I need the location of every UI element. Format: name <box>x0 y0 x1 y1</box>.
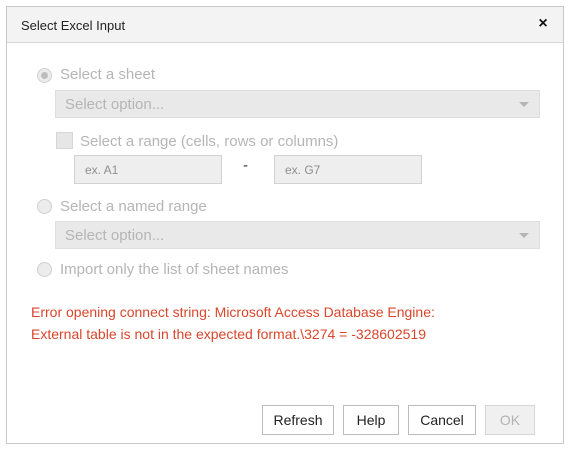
sheet-select-dropdown[interactable]: Select option... <box>55 90 540 118</box>
radio-select-sheet-label: Select a sheet <box>60 66 156 83</box>
range-checkbox[interactable] <box>56 132 73 149</box>
dialog-titlebar: Select Excel Input × <box>7 7 563 43</box>
close-icon[interactable]: × <box>534 15 552 33</box>
error-line-1: Error opening connect string: Microsoft … <box>31 304 435 320</box>
error-message: Error opening connect string: Microsoft … <box>31 301 551 345</box>
help-button[interactable]: Help <box>343 405 399 435</box>
radio-named-range[interactable] <box>37 199 52 214</box>
range-to-input[interactable]: ex. G7 <box>274 155 422 184</box>
named-range-select-value: Select option... <box>65 227 165 244</box>
radio-sheet-names[interactable] <box>37 262 52 277</box>
refresh-button[interactable]: Refresh <box>262 405 334 435</box>
ok-button[interactable]: OK <box>485 405 535 435</box>
range-to-placeholder: ex. G7 <box>285 163 321 177</box>
cancel-button[interactable]: Cancel <box>408 405 476 435</box>
select-excel-input-dialog: Select Excel Input × Select a sheet Sele… <box>6 6 564 444</box>
chevron-down-icon <box>519 102 529 107</box>
error-line-2: External table is not in the expected fo… <box>31 326 426 342</box>
dialog-title: Select Excel Input <box>21 18 126 33</box>
sheet-select-value: Select option... <box>65 96 165 113</box>
range-from-input[interactable]: ex. A1 <box>74 155 222 184</box>
radio-sheet-names-label: Import only the list of sheet names <box>60 261 289 278</box>
range-checkbox-label: Select a range (cells, rows or columns) <box>80 133 339 150</box>
radio-named-range-label: Select a named range <box>60 198 207 215</box>
range-separator: - <box>243 157 248 174</box>
chevron-down-icon <box>519 233 529 238</box>
radio-select-sheet[interactable] <box>37 68 52 83</box>
named-range-select-dropdown[interactable]: Select option... <box>55 221 540 249</box>
range-from-placeholder: ex. A1 <box>85 163 119 177</box>
